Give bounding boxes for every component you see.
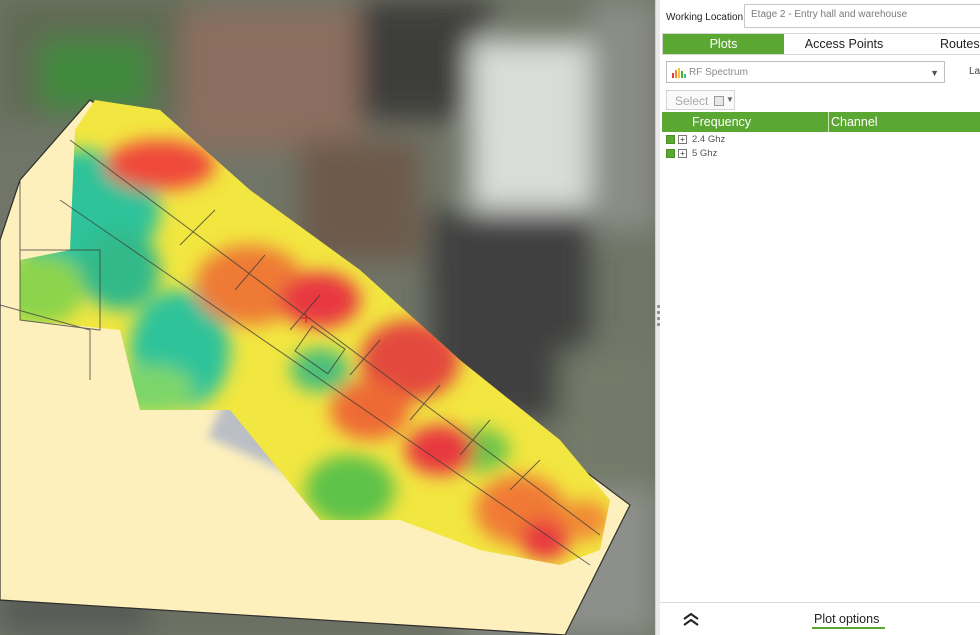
rf-spectrum-icon [672, 68, 686, 78]
expand-icon[interactable]: + [678, 135, 687, 144]
tab-routes[interactable]: Routes [940, 34, 980, 54]
chevron-down-icon: ▼ [930, 68, 939, 78]
plot-options-button[interactable]: Plot options [814, 612, 879, 626]
tab-plots[interactable]: Plots [663, 34, 784, 54]
bottom-bar: Plot options [660, 602, 980, 635]
grid-header: Frequency Channel [662, 112, 980, 132]
frequency-label: 5 Ghz [692, 148, 718, 159]
frequency-label: 2.4 Ghz [692, 134, 726, 145]
collapse-chevron-icon[interactable] [682, 611, 700, 627]
column-header-frequency[interactable]: Frequency [662, 112, 828, 132]
working-location-label: Working Location: [666, 12, 746, 23]
expand-icon[interactable]: + [678, 149, 687, 158]
row-checkbox[interactable] [666, 135, 675, 144]
select-button-label: Select [675, 94, 709, 108]
tab-access-points[interactable]: Access Points [784, 34, 904, 54]
plot-type-dropdown[interactable]: RF Spectrum ▼ [666, 61, 945, 83]
heatmap-canvas[interactable] [0, 0, 655, 635]
plot-options-underline [812, 627, 885, 629]
tab-bar: Plots Access Points Routes [662, 33, 980, 55]
plot-type-value: RF Spectrum [689, 67, 748, 78]
layers-label: Lay [969, 66, 980, 77]
side-panel: Working Location: Etage 2 - Entry hall a… [660, 0, 980, 635]
select-button[interactable]: Select ▼ [666, 90, 735, 110]
row-checkbox[interactable] [666, 149, 675, 158]
heatmap-view[interactable] [0, 0, 655, 635]
chevron-down-icon: ▼ [726, 95, 734, 104]
working-location-field[interactable]: Etage 2 - Entry hall and warehouse [744, 4, 980, 28]
checkbox-icon [714, 96, 724, 106]
column-header-channel[interactable]: Channel [828, 112, 980, 132]
